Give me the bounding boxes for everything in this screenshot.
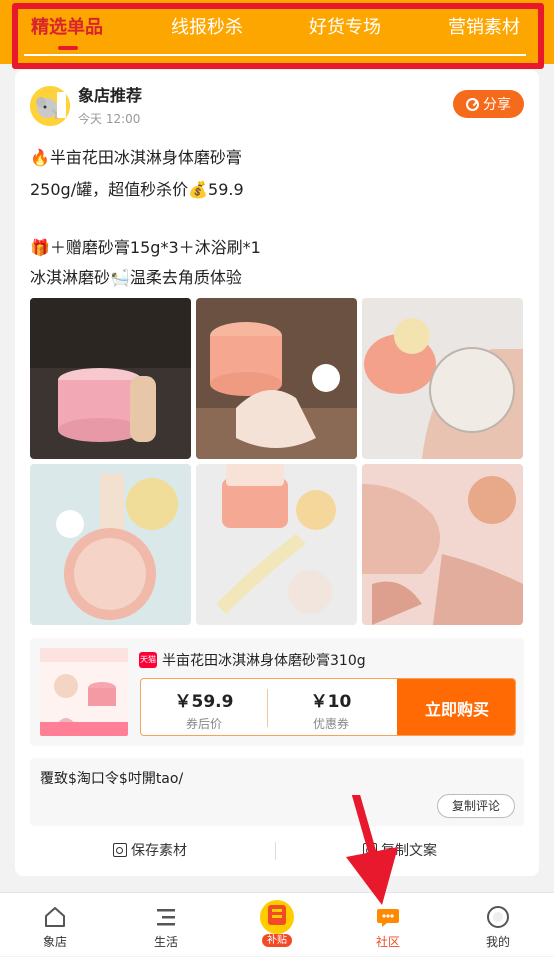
product-card[interactable]: 天猫 半亩花田冰淇淋身体磨砂膏310g ￥59.9 券后价 ￥10 优惠券 立即…: [30, 638, 524, 746]
price-box: ￥59.9 券后价 ￥10 优惠券 立即购买: [140, 678, 516, 736]
nav-life-label: 生活: [153, 935, 178, 949]
nav-subsidy-text: 补贴: [262, 934, 292, 947]
tab-marketing-materials[interactable]: 营销素材: [448, 14, 520, 42]
profile-icon: [487, 906, 509, 928]
after-coupon-price-value: ￥59.9: [174, 692, 234, 712]
image-icon: [113, 843, 127, 857]
topbar-divider: [24, 54, 526, 56]
product-image-3[interactable]: [362, 298, 523, 459]
coupon-amount-label: 优惠券: [312, 717, 349, 731]
tab-flash-deals[interactable]: 线报秒杀: [171, 14, 243, 42]
top-tab-bar: 精选单品 线报秒杀 好货专场 营销素材: [0, 0, 554, 64]
subsidy-icon: [260, 900, 294, 934]
active-tab-indicator: [58, 46, 78, 50]
shop-avatar[interactable]: [30, 86, 70, 126]
nav-subsidy-label: 补贴: [242, 931, 312, 947]
product-image-6[interactable]: [362, 464, 523, 625]
save-material-label: 保存素材: [131, 843, 187, 859]
product-image-2[interactable]: [196, 298, 357, 459]
share-label: 分享: [483, 97, 511, 113]
product-image-1[interactable]: [30, 298, 191, 459]
post-line-2: 250g/罐，超值秒杀价💰59.9: [30, 180, 244, 199]
nav-community[interactable]: 社区: [353, 893, 423, 957]
token-text: 覆致$淘口令$吋開tao/: [40, 771, 184, 787]
home-icon: [45, 907, 65, 927]
coupon-amount-value: ￥10: [310, 692, 352, 712]
copy-comment-button[interactable]: 复制评论: [437, 794, 515, 818]
image-grid: [30, 298, 524, 625]
nav-profile[interactable]: 我的: [463, 893, 533, 957]
nav-profile-label: 我的: [485, 935, 510, 949]
tmall-badge: 天猫: [139, 652, 157, 668]
copy-text-button[interactable]: 复制文案: [363, 836, 437, 864]
product-image-5[interactable]: [196, 464, 357, 625]
post-line-1: 🔥半亩花田冰淇淋身体磨砂膏: [30, 148, 242, 167]
nav-community-label: 社区: [375, 935, 400, 949]
post-card: 象店推荐 今天 12:00 分享 🔥半亩花田冰淇淋身体磨砂膏 250g/罐，超值…: [15, 70, 539, 876]
post-time: 今天 12:00: [78, 112, 141, 126]
nav-home-label: 象店: [42, 935, 67, 949]
coupon-amount: ￥10 优惠券: [268, 679, 394, 735]
bottom-navigation: 象店 生活 补贴 社区 我的: [0, 892, 554, 956]
list-icon: [157, 909, 175, 926]
save-material-button[interactable]: 保存素材: [113, 836, 187, 864]
token-box: 覆致$淘口令$吋開tao/ 复制评论: [30, 758, 524, 826]
community-icon: [377, 909, 399, 927]
share-icon: [466, 97, 479, 111]
product-thumbnail[interactable]: [40, 648, 128, 736]
post-line-3: 🎁＋赠磨砂膏15g*3＋沐浴刷*1: [30, 238, 261, 257]
tab-good-goods[interactable]: 好货专场: [309, 14, 381, 42]
action-divider: [275, 842, 276, 860]
product-title[interactable]: 半亩花田冰淇淋身体磨砂膏310g: [162, 650, 366, 670]
after-coupon-price-label: 券后价: [185, 717, 222, 731]
share-button[interactable]: 分享: [453, 90, 524, 118]
shop-name[interactable]: 象店推荐: [78, 82, 142, 106]
buy-now-button[interactable]: 立即购买: [397, 679, 515, 735]
tab-featured-items[interactable]: 精选单品: [31, 14, 103, 42]
nav-life[interactable]: 生活: [131, 893, 201, 957]
product-image-4[interactable]: [30, 464, 191, 625]
nav-subsidy[interactable]: 补贴: [242, 893, 312, 957]
after-coupon-price: ￥59.9 券后价: [141, 679, 267, 735]
copy-icon: [363, 843, 377, 857]
post-line-4: 冰淇淋磨砂🛀温柔去角质体验: [30, 268, 242, 287]
copy-text-label: 复制文案: [381, 843, 437, 859]
nav-home[interactable]: 象店: [20, 893, 90, 957]
